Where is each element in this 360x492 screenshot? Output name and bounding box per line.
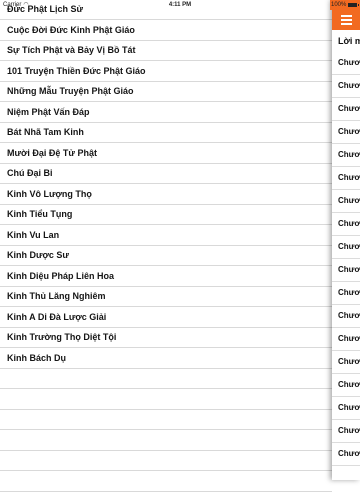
list-item[interactable]: Niệm Phật Vấn Đáp xyxy=(0,103,332,123)
chapter-side-panel: Lời m Chươ Chươ Chươ Chươ Chươ Chươ Chươ Chươ Ch… xyxy=(332,0,360,480)
battery-indicator: 100% xyxy=(330,0,360,10)
list-item-label: Kinh A Di Đà Lược Giải xyxy=(7,311,107,322)
chapter-item[interactable]: Chươ xyxy=(332,98,360,121)
chapter-item-label: Chươ xyxy=(338,265,360,274)
battery-percent: 100% xyxy=(331,2,347,8)
chapter-item[interactable]: Chươ xyxy=(332,236,360,259)
chapter-item-label: Chươ xyxy=(338,150,360,159)
book-list: Đức Phật Lịch Sử Cuộc Đời Đức Kinh Phật G… xyxy=(0,0,332,492)
list-item-label: Sự Tích Phật và Bảy Vị Bồ Tát xyxy=(7,45,136,55)
chapter-item[interactable]: Chươ xyxy=(332,305,360,328)
chapter-item-label: Chươ xyxy=(338,104,360,113)
list-item-label: Niệm Phật Vấn Đáp xyxy=(7,106,90,117)
list-item[interactable]: Cuộc Đời Đức Kinh Phật Giáo xyxy=(0,21,332,41)
chapter-item[interactable]: Chươ xyxy=(332,167,360,190)
chapter-item-label: Chươ xyxy=(338,357,360,366)
chapter-item-label: Chươ xyxy=(338,242,360,251)
list-item-label: Chú Đại Bi xyxy=(7,168,53,178)
empty-row xyxy=(0,451,332,471)
empty-row xyxy=(0,431,332,451)
empty-row xyxy=(0,410,332,430)
list-item[interactable]: Kinh Dược Sư xyxy=(0,246,332,266)
chapter-item[interactable]: Chươ xyxy=(332,75,360,98)
list-item-label: Kinh Thủ Lăng Nghiêm xyxy=(7,291,106,301)
list-item[interactable]: 101 Truyện Thiền Đức Phật Giáo xyxy=(0,62,332,82)
status-time: 4:11 PM xyxy=(168,2,192,8)
chapter-item-label: Chươ xyxy=(338,334,360,343)
empty-row xyxy=(0,472,332,492)
list-item[interactable]: Kinh Diệu Pháp Liên Hoa xyxy=(0,267,332,287)
chapter-item-label: Chươ xyxy=(338,311,360,320)
chapter-item-label: Chươ xyxy=(338,403,360,412)
empty-row xyxy=(0,390,332,410)
chapter-item[interactable]: Chươ xyxy=(332,443,360,466)
list-item[interactable]: Kinh Bách Dụ xyxy=(0,349,332,369)
chapter-item-label: Chươ xyxy=(338,196,360,205)
chapter-item[interactable]: Chươ xyxy=(332,121,360,144)
chapter-item[interactable]: Chươ xyxy=(332,374,360,397)
list-item[interactable]: Bát Nhã Tam Kinh xyxy=(0,123,332,143)
list-item-label: Kinh Vu Lan xyxy=(7,229,60,240)
chapter-item[interactable]: Chươ xyxy=(332,397,360,420)
chapter-item-label: Chươ xyxy=(338,127,360,136)
list-item-label: Kinh Diệu Pháp Liên Hoa xyxy=(7,270,115,281)
chapter-item-label: Chươ xyxy=(338,173,360,182)
list-item[interactable]: Kinh Thủ Lăng Nghiêm xyxy=(0,287,332,307)
status-bar: Carrier ◠ 4:11 PM 100% xyxy=(0,0,360,10)
chapter-item-label: Chươ xyxy=(338,81,360,90)
chapter-item[interactable]: Chươ xyxy=(332,420,360,443)
list-item[interactable]: Kinh A Di Đà Lược Giải xyxy=(0,308,332,328)
chapter-item[interactable]: Chươ xyxy=(332,213,360,236)
chapter-item[interactable]: Chươ xyxy=(332,190,360,213)
list-item[interactable]: Kinh Vô Lượng Thọ xyxy=(0,185,332,205)
list-item-label: Kinh Bách Dụ xyxy=(7,352,67,363)
list-item[interactable]: Kinh Tiểu Tụng xyxy=(0,205,332,225)
chapter-item-label: Chươ xyxy=(338,426,360,435)
chapter-item-label: Chươ xyxy=(338,58,360,67)
chapter-item[interactable]: Chươ xyxy=(332,259,360,282)
list-item[interactable]: Chú Đại Bi xyxy=(0,164,332,184)
list-item[interactable]: Sự Tích Phật và Bảy Vị Bồ Tát xyxy=(0,41,332,61)
list-item[interactable]: Kinh Trường Thọ Diệt Tội xyxy=(0,328,332,348)
list-item-label: Kinh Dược Sư xyxy=(7,250,69,260)
chapter-item-label: Chươ xyxy=(338,380,360,389)
chapter-item[interactable]: Chươ xyxy=(332,328,360,351)
side-panel-title: Lời m xyxy=(338,36,360,46)
battery-icon xyxy=(348,3,359,7)
list-item-label: Mười Đại Đệ Tử Phật xyxy=(7,147,97,158)
list-item-label: Bát Nhã Tam Kinh xyxy=(7,127,84,137)
list-item-label: 101 Truyện Thiền Đức Phật Giáo xyxy=(7,65,146,76)
chapter-item-label: Chươ xyxy=(338,219,360,228)
menu-button[interactable] xyxy=(332,10,360,30)
chapter-item-label: Chươ xyxy=(338,449,360,458)
list-item[interactable]: Kinh Vu Lan xyxy=(0,226,332,246)
list-item-label: Kinh Trường Thọ Diệt Tội xyxy=(7,332,117,342)
empty-row xyxy=(0,369,332,389)
list-item-label: Những Mẫu Truyện Phật Giáo xyxy=(7,86,134,96)
chapter-item[interactable]: Chươ xyxy=(332,351,360,374)
chapter-item[interactable]: Chươ xyxy=(332,144,360,167)
list-item-label: Kinh Tiểu Tụng xyxy=(7,209,73,219)
list-item[interactable]: Mười Đại Đệ Tử Phật xyxy=(0,144,332,164)
list-item-label: Cuộc Đời Đức Kinh Phật Giáo xyxy=(7,24,135,35)
list-item[interactable]: Những Mẫu Truyện Phật Giáo xyxy=(0,82,332,102)
chapter-item[interactable]: Chươ xyxy=(332,52,360,75)
chapter-item-label: Chươ xyxy=(338,288,360,297)
chapter-item[interactable]: Chươ xyxy=(332,282,360,305)
list-item-label: Kinh Vô Lượng Thọ xyxy=(7,188,92,199)
